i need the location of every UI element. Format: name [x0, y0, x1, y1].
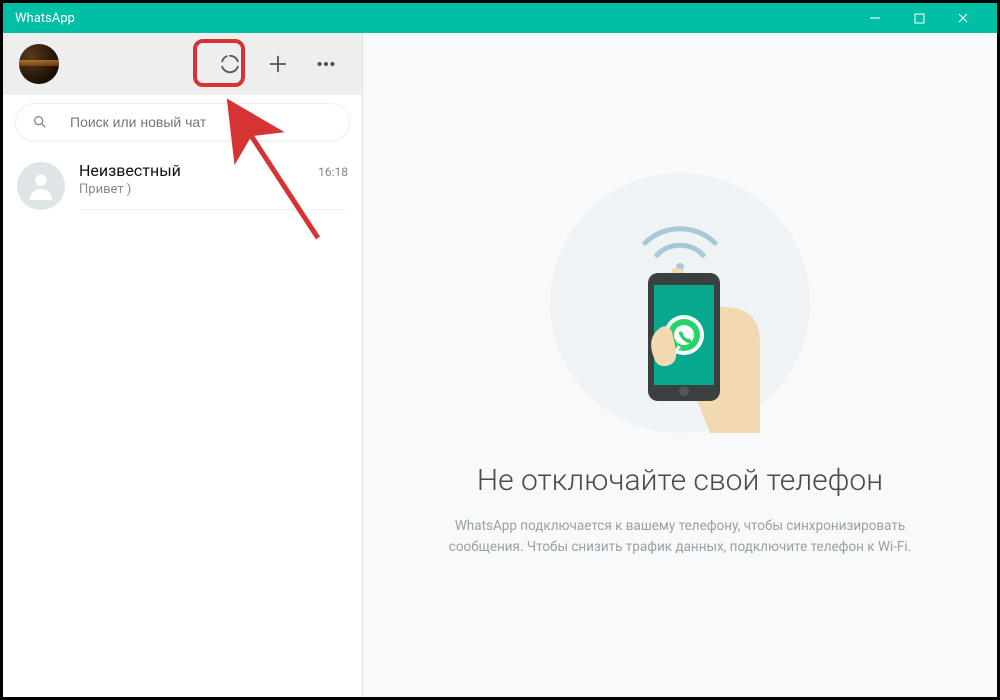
status-button[interactable] [210, 44, 250, 84]
search-bar[interactable] [15, 103, 350, 141]
chat-info: Неизвестный 16:18 Привет ) [79, 161, 348, 210]
sidebar-header [3, 33, 362, 95]
main-panel: Не отключайте свой телефон WhatsApp подк… [363, 33, 997, 697]
new-chat-button[interactable] [258, 44, 298, 84]
sidebar: Неизвестный 16:18 Привет ) [3, 33, 363, 697]
empty-description: WhatsApp подключается к вашему телефону,… [449, 516, 912, 557]
close-button[interactable] [941, 3, 985, 33]
maximize-button[interactable] [897, 3, 941, 33]
app-window: WhatsApp [0, 0, 1000, 700]
person-icon [24, 169, 58, 203]
contact-avatar [17, 162, 65, 210]
app-body: Неизвестный 16:18 Привет ) [3, 33, 997, 697]
empty-illustration [550, 173, 810, 433]
empty-heading: Не отключайте свой телефон [449, 463, 912, 498]
plus-icon [267, 53, 289, 75]
profile-avatar[interactable] [19, 44, 59, 84]
chat-name: Неизвестный [79, 161, 181, 180]
empty-state: Не отключайте свой телефон WhatsApp подк… [429, 153, 932, 577]
titlebar: WhatsApp [3, 3, 997, 33]
chat-list: Неизвестный 16:18 Привет ) [3, 149, 362, 697]
search-icon [32, 114, 48, 130]
minimize-button[interactable] [853, 3, 897, 33]
chat-time: 16:18 [318, 165, 348, 179]
menu-button[interactable] [306, 44, 346, 84]
chat-item[interactable]: Неизвестный 16:18 Привет ) [3, 149, 362, 222]
search-input[interactable] [70, 114, 333, 130]
window-title: WhatsApp [15, 11, 853, 26]
chat-preview: Привет ) [79, 182, 348, 197]
status-icon [219, 53, 241, 75]
dots-icon [315, 53, 337, 75]
